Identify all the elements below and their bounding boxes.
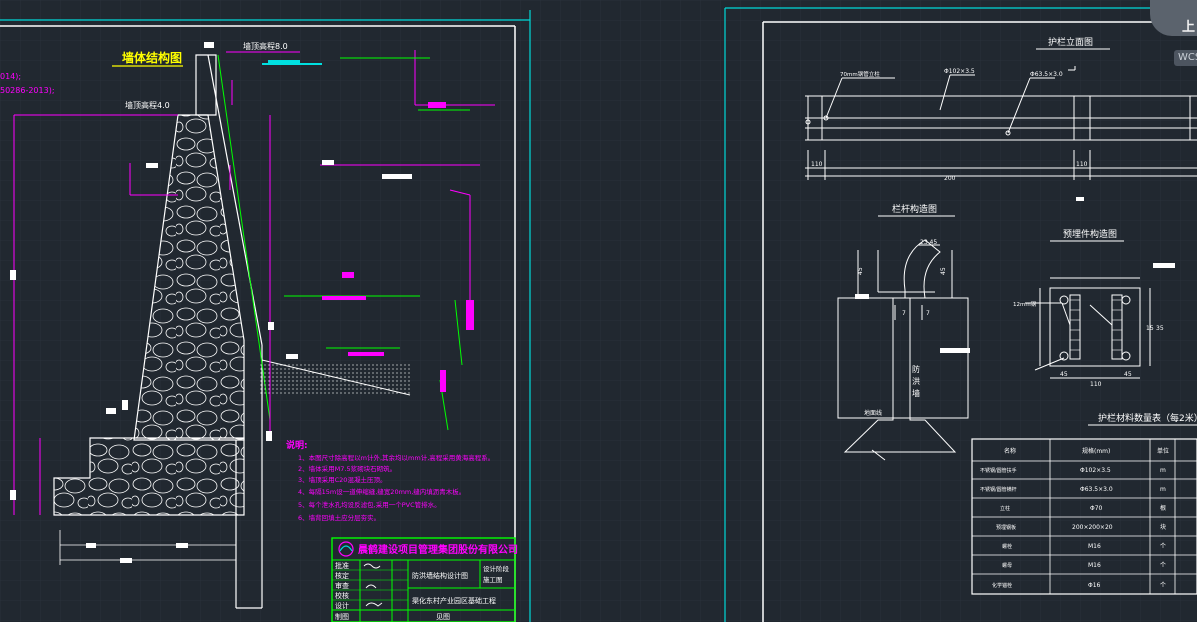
svg-text:23 45: 23 45 <box>920 239 937 246</box>
role-label: 制图 <box>335 612 349 621</box>
dim-text: 110 <box>1076 161 1088 168</box>
project-name: 防洪墙结构设计图 <box>412 571 468 580</box>
cad-model-canvas[interactable]: 墙体结构图 014); 50286-2013); 墙顶高程8.0 墙顶高程4.0… <box>0 0 1197 622</box>
note-item: 3、墙顶采用C20混凝土压顶。 <box>298 475 386 484</box>
embed-dim: 45 <box>1060 371 1068 378</box>
mid-elevation-label: 墙顶高程4.0 <box>125 100 170 110</box>
table-cell: 螺母 <box>1002 562 1012 569</box>
note-line-2: 50286-2013); <box>0 86 55 95</box>
svg-text:45: 45 <box>857 267 864 275</box>
drawing-title: 墙体结构图 <box>122 50 182 65</box>
ground-label: 地面线 <box>864 409 882 417</box>
table-cell: 不锈钢/圆管扶手 <box>980 467 1017 474</box>
table-cell: 预埋钢板 <box>996 524 1016 531</box>
role-label: 核定 <box>335 571 349 580</box>
wall-label: 墙 <box>912 388 920 398</box>
company-name: 晨鹤建设项目管理集团股份有限公司 <box>358 543 518 556</box>
table-cell: 螺栓 <box>1002 543 1012 550</box>
table-cell: 立柱 <box>1000 505 1010 512</box>
svg-text:45: 45 <box>940 267 947 275</box>
viewcube-label: 上 <box>1182 20 1196 35</box>
table-cell: 200×200×20 <box>1072 524 1113 531</box>
embed-dim: 45 <box>1124 371 1132 378</box>
table-header: 名称 <box>1004 447 1016 455</box>
post-detail-title: 栏杆构造图 <box>892 203 937 215</box>
table-header: 规格(mm) <box>1082 447 1110 455</box>
role-label: 批准 <box>335 561 349 570</box>
note-item: 4、每隔15m设一道伸缩缝,缝宽20mm,缝内填沥青木板。 <box>298 487 465 496</box>
note-item: 6、墙背回填土应分层夯实。 <box>298 513 380 522</box>
role-label: 校核 <box>335 591 349 600</box>
wall-label: 洪 <box>912 376 920 386</box>
dim-text: 110 <box>811 161 823 168</box>
table-cell: 块 <box>1160 523 1166 531</box>
table-cell: 个 <box>1160 562 1166 569</box>
table-cell: m <box>1160 467 1166 474</box>
elevation-title: 护栏立面图 <box>1048 36 1093 48</box>
embed-dim: 110 <box>1090 381 1102 388</box>
embed-dim: 15 <box>1146 325 1154 332</box>
note-item: 2、墙体采用M7.5浆砌块石砌筑。 <box>298 464 396 473</box>
backfill-hatch <box>260 362 410 396</box>
note-item: 1、本图尺寸除高程以m计外,其余均以mm计,高程采用黄海高程系。 <box>298 453 494 462</box>
material-table-title: 护栏材料数量表（每2米） <box>1098 412 1197 424</box>
table-cell: M16 <box>1088 543 1101 550</box>
table-cell: 不锈钢/圆管横杆 <box>980 486 1017 493</box>
table-cell: 个 <box>1160 543 1166 550</box>
table-cell: M16 <box>1088 562 1101 569</box>
rail-spec-a: Φ102×3.5 <box>944 68 975 75</box>
role-label: 设计 <box>335 601 349 610</box>
note-line-1: 014); <box>0 72 21 81</box>
wcs-button[interactable]: WCS <box>1174 50 1197 66</box>
table-cell: 根 <box>1160 504 1166 512</box>
embed-side-label: 12mm钢 <box>1013 300 1037 308</box>
rail-spec-b: Φ63.5×3.0 <box>1030 71 1063 78</box>
role-label: 审查 <box>335 581 349 590</box>
stage-label-1: 设计阶段 <box>483 564 510 573</box>
table-cell: Φ102×3.5 <box>1080 467 1111 474</box>
table-cell: Φ70 <box>1090 505 1103 512</box>
stage-label-2: 施工图 <box>483 575 503 584</box>
table-cell: 化学锚栓 <box>992 582 1012 589</box>
top-elevation-label: 墙顶高程8.0 <box>243 41 288 51</box>
svg-text:7: 7 <box>926 310 930 317</box>
drawing-name: 渠化东村产业园区基础工程 <box>412 596 496 605</box>
wall-label: 防 <box>912 364 920 374</box>
table-cell: Φ16 <box>1088 582 1101 589</box>
embed-detail-title: 预埋件构造图 <box>1063 228 1117 240</box>
viewcube-button[interactable]: 上 <box>1150 0 1197 36</box>
embed-dim: 35 <box>1156 325 1164 332</box>
table-header: 单位 <box>1157 447 1169 455</box>
post-label: 70mm钢管立柱 <box>840 70 880 78</box>
notes-title: 说明: <box>286 439 308 451</box>
table-cell: Φ63.5×3.0 <box>1080 486 1113 493</box>
title-block-footer: 见图 <box>436 613 450 621</box>
table-cell: 个 <box>1160 582 1166 589</box>
table-cell: m <box>1160 486 1166 493</box>
note-item: 5、每个泄水孔均设反滤包,采用一个PVC管排水。 <box>298 500 441 509</box>
svg-text:7: 7 <box>902 310 906 317</box>
dim-text: 200 <box>944 175 956 182</box>
